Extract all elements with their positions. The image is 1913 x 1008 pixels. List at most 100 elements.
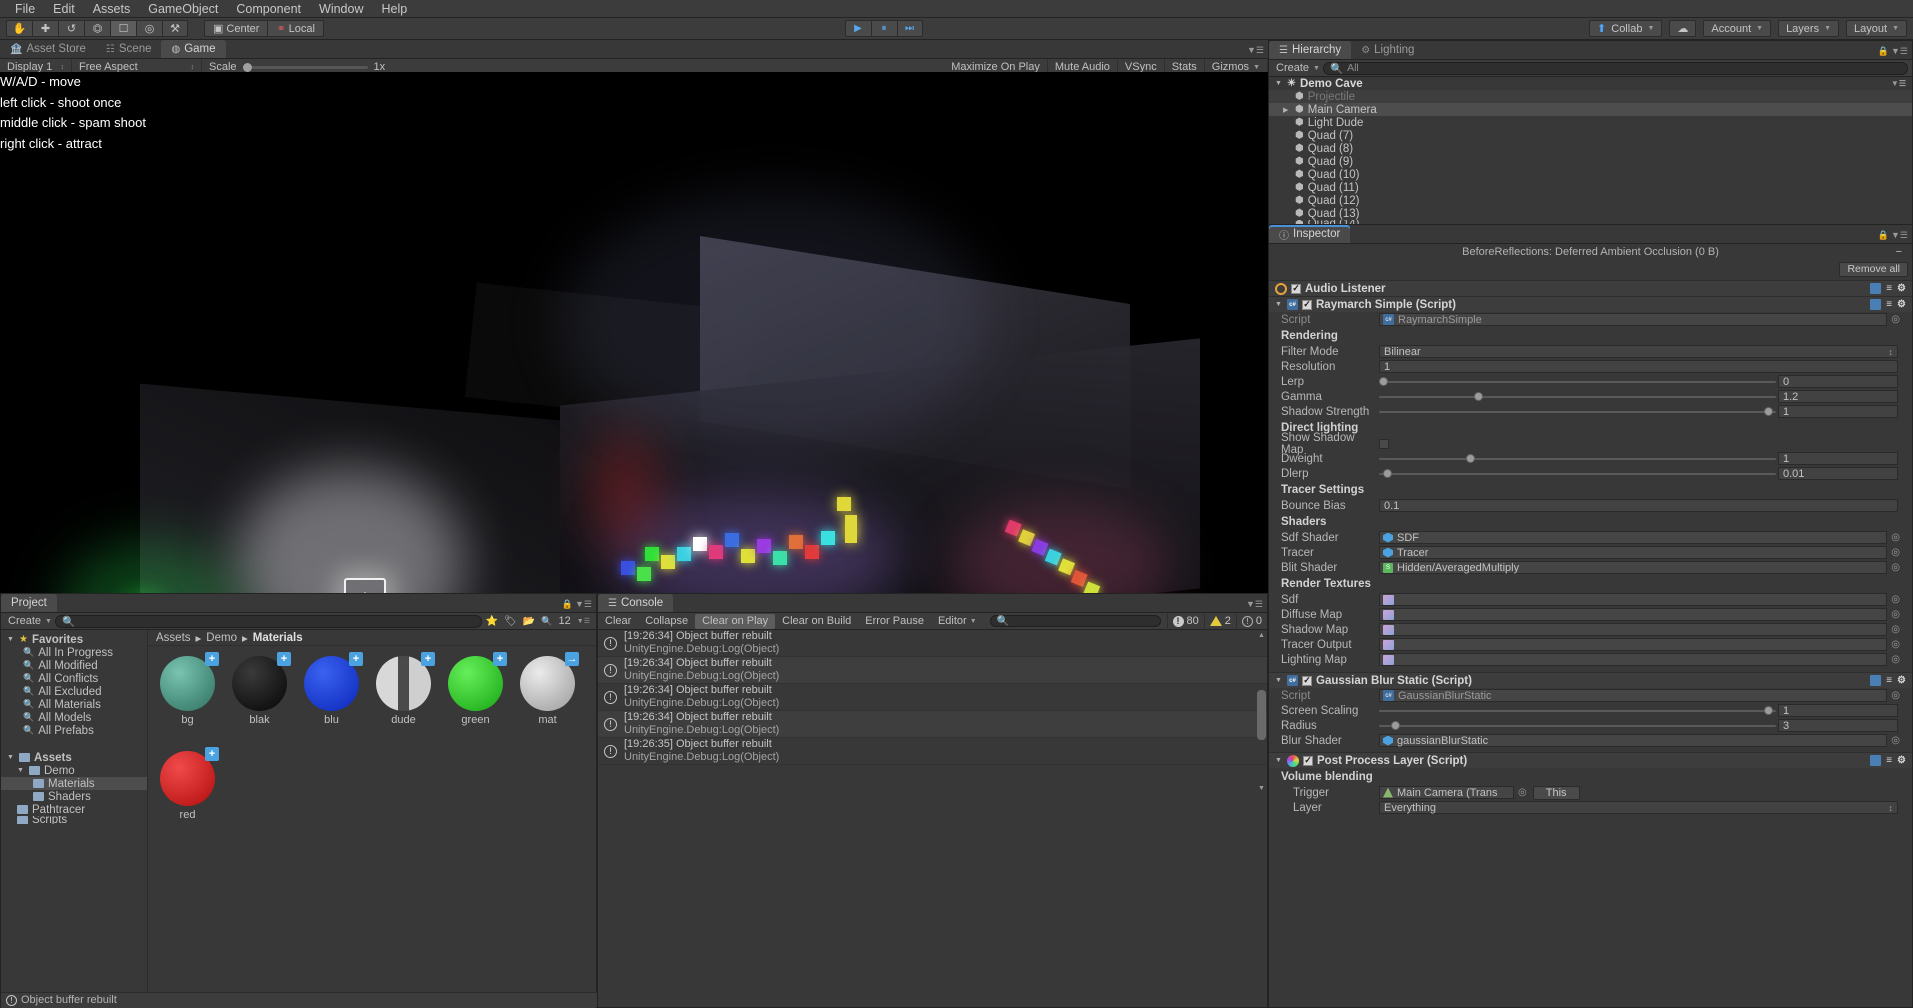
rt-shadow-object-field[interactable]: [1379, 623, 1888, 636]
chevron-down-icon[interactable]: ▼: [17, 767, 25, 774]
object-picker-icon[interactable]: ◎: [1891, 532, 1900, 543]
console-clear-on-play-toggle[interactable]: Clear on Play: [695, 613, 776, 629]
play-button[interactable]: ▶: [844, 20, 871, 37]
collab-button[interactable]: ⬆ Collab ▼: [1589, 20, 1663, 37]
tab-inspector[interactable]: ⓘ Inspector: [1269, 225, 1351, 243]
object-picker-icon[interactable]: ◎: [1891, 314, 1900, 325]
help-icon[interactable]: [1870, 283, 1882, 294]
asset-item-blu[interactable]: + blu: [304, 652, 363, 726]
tab-scene[interactable]: ☷ Scene: [95, 40, 162, 58]
favorite-all-models[interactable]: 🔍 All Models: [1, 711, 147, 724]
hierarchy-panel-menu[interactable]: 🔒 ▼☰: [1878, 46, 1908, 57]
console-error-count[interactable]: ! 80: [1166, 612, 1204, 630]
object-picker-icon[interactable]: ◎: [1891, 654, 1900, 665]
favorite-all-conflicts[interactable]: 🔍 All Conflicts: [1, 672, 147, 685]
move-tool-icon[interactable]: ✚: [32, 20, 58, 37]
chevron-down-icon[interactable]: ▼: [7, 636, 15, 643]
component-header-raymarch-simple[interactable]: ▼ c# ✓ Raymarch Simple (Script) ≡ ⚙: [1269, 296, 1912, 312]
breadcrumb-assets[interactable]: Assets: [156, 632, 191, 644]
radius-slider[interactable]: [1379, 719, 1776, 732]
step-button[interactable]: ⏭: [896, 20, 923, 37]
layout-button[interactable]: Layout ▼: [1846, 20, 1907, 37]
console-clear-on-build-toggle[interactable]: Clear on Build: [775, 614, 858, 629]
console-log-row[interactable]: ! [19:26:35] Object buffer rebuilt Unity…: [598, 738, 1267, 765]
console-log-row[interactable]: ! [19:26:34] Object buffer rebuilt Unity…: [598, 657, 1267, 684]
slider-knob[interactable]: [1764, 706, 1774, 715]
menu-icon[interactable]: ▼☰: [1891, 230, 1908, 241]
scroll-down-arrow[interactable]: ▼: [1257, 785, 1266, 794]
menu-assets[interactable]: Assets: [84, 1, 140, 17]
favorite-all-excluded[interactable]: 🔍 All Excluded: [1, 685, 147, 698]
slider-knob[interactable]: [1390, 721, 1400, 730]
project-favorites-root[interactable]: ▼ ★ Favorites: [1, 633, 147, 646]
slider-knob[interactable]: [1474, 392, 1484, 401]
component-enabled-checkbox[interactable]: ✓: [1291, 283, 1301, 294]
favorite-all-in-progress[interactable]: 🔍 All In Progress: [1, 646, 147, 659]
asset-item-mat[interactable]: → mat: [520, 652, 579, 726]
asset-item-blak[interactable]: + blak: [232, 652, 291, 726]
gamma-slider[interactable]: [1379, 390, 1776, 403]
gear-icon[interactable]: ⚙: [1897, 755, 1906, 766]
shadow-strength-value[interactable]: 1: [1778, 405, 1898, 418]
lerp-value[interactable]: 0: [1778, 375, 1898, 388]
this-button[interactable]: This: [1532, 785, 1580, 800]
tag-filter-icon[interactable]: 🏷: [504, 616, 517, 627]
trigger-object-field[interactable]: Main Camera (Trans: [1379, 786, 1514, 799]
tab-game[interactable]: ◍ Game: [161, 40, 226, 58]
menu-edit[interactable]: Edit: [44, 1, 84, 17]
chevron-down-icon[interactable]: ▼: [7, 754, 15, 761]
asset-item-green[interactable]: + green: [448, 652, 507, 726]
console-log-row[interactable]: ! [19:26:34] Object buffer rebuilt Unity…: [598, 630, 1267, 657]
object-picker-icon[interactable]: ◎: [1891, 624, 1900, 635]
chevron-down-icon[interactable]: ▼☰: [577, 617, 590, 625]
hierarchy-search-input[interactable]: 🔍 All: [1323, 61, 1908, 75]
gear-icon[interactable]: ⚙: [1897, 675, 1906, 686]
menu-icon[interactable]: ▼☰: [575, 599, 592, 610]
component-enabled-checkbox[interactable]: ✓: [1303, 755, 1313, 766]
hierarchy-item-main-camera[interactable]: ▶ ⬢ Main Camera: [1269, 103, 1912, 116]
dweight-slider[interactable]: [1379, 452, 1776, 465]
hierarchy-item-quad-11[interactable]: ⬢ Quad (11): [1269, 181, 1912, 194]
minus-icon[interactable]: −: [1896, 246, 1902, 258]
blur-shader-object-field[interactable]: gaussianBlurStatic: [1379, 734, 1888, 747]
preset-icon[interactable]: ≡: [1886, 755, 1892, 766]
favorite-all-modified[interactable]: 🔍 All Modified: [1, 659, 147, 672]
menu-icon[interactable]: ▼☰: [1891, 46, 1908, 57]
console-log-row[interactable]: ! [19:26:34] Object buffer rebuilt Unity…: [598, 684, 1267, 711]
bounce-bias-input[interactable]: 0.1: [1379, 499, 1898, 512]
scroll-up-arrow[interactable]: ▲: [1257, 632, 1266, 641]
object-picker-icon[interactable]: ◎: [1891, 547, 1900, 558]
resolution-input[interactable]: 1: [1379, 360, 1898, 373]
gear-icon[interactable]: ⚙: [1897, 299, 1906, 310]
hand-tool-icon[interactable]: ✋: [6, 20, 32, 37]
tab-lighting[interactable]: ⚙ Lighting: [1351, 41, 1425, 59]
rt-lighting-object-field[interactable]: [1379, 653, 1888, 666]
dweight-value[interactable]: 1: [1778, 452, 1898, 465]
chevron-down-icon[interactable]: ▼: [1275, 757, 1283, 764]
game-view-menu-icon[interactable]: ▼☰: [1247, 45, 1264, 56]
slider-knob[interactable]: [1379, 377, 1388, 386]
filter-mode-dropdown[interactable]: Bilinear: [1379, 345, 1898, 358]
screen-scaling-slider[interactable]: [1379, 704, 1776, 717]
console-log-row[interactable]: ! [19:26:34] Object buffer rebuilt Unity…: [598, 711, 1267, 738]
account-button[interactable]: Account ▼: [1703, 20, 1772, 37]
hierarchy-create-button[interactable]: Create ▼: [1269, 60, 1323, 77]
shadow-strength-slider[interactable]: [1379, 405, 1776, 418]
tracer-object-field[interactable]: Tracer: [1379, 546, 1888, 559]
hierarchy-item-projectile[interactable]: ⬢ Projectile: [1269, 90, 1912, 103]
object-picker-icon[interactable]: ◎: [1518, 787, 1527, 798]
lock-icon[interactable]: 🔒: [562, 599, 573, 610]
asset-item-bg[interactable]: + bg: [160, 652, 219, 726]
slider-knob[interactable]: [1764, 407, 1774, 416]
lock-icon[interactable]: 🔒: [1878, 230, 1889, 241]
transform-tool-icon[interactable]: ◎: [136, 20, 162, 37]
breadcrumb-materials[interactable]: Materials: [253, 632, 303, 644]
radius-value[interactable]: 3: [1778, 719, 1898, 732]
hierarchy-root-demo-cave[interactable]: ▼ ☀ Demo Cave ▼☰: [1269, 77, 1912, 90]
lock-icon[interactable]: 🔒: [1878, 46, 1889, 57]
help-icon[interactable]: [1870, 299, 1882, 310]
object-picker-icon[interactable]: ◎: [1891, 609, 1900, 620]
favorite-all-prefabs[interactable]: 🔍 All Prefabs: [1, 724, 147, 737]
object-picker-icon[interactable]: ◎: [1891, 735, 1900, 746]
project-panel-menu[interactable]: 🔒 ▼☰: [562, 599, 592, 610]
